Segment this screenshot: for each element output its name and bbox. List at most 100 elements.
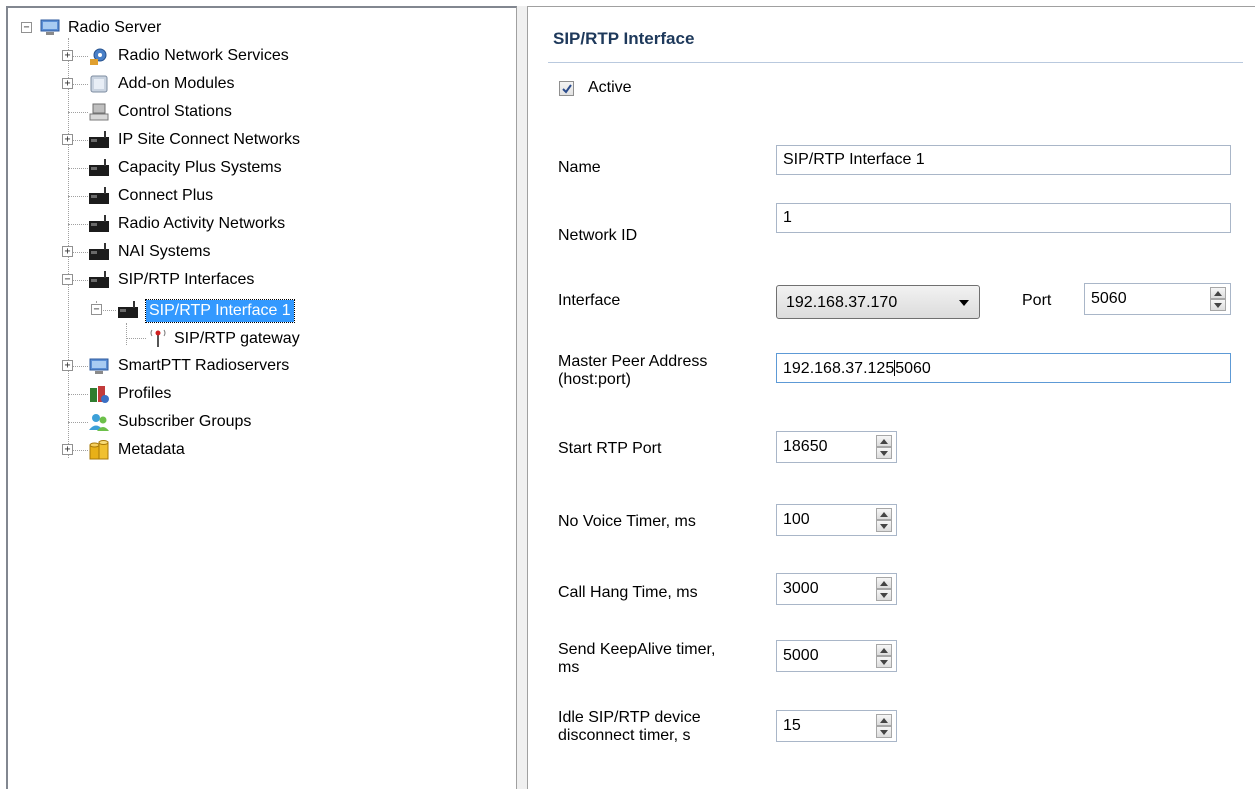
tree-item-nai-systems[interactable]: NAI Systems — [115, 241, 213, 263]
spin-up-button[interactable] — [876, 644, 892, 656]
tree-item-ip-site-connect[interactable]: IP Site Connect Networks — [115, 129, 303, 151]
keepalive-timer-stepper[interactable]: 5000 — [776, 640, 897, 672]
tree-pane: − Radio Server + Radio Network Services … — [6, 6, 517, 789]
master-peer-label: Master Peer Address (host:port) — [558, 353, 708, 388]
section-title: SIP/RTP Interface — [553, 29, 695, 48]
tree-item-profiles[interactable]: Profiles — [115, 383, 174, 405]
network-services-icon — [90, 48, 107, 65]
interface-value: 192.168.37.170 — [786, 294, 898, 311]
repeater-icon — [89, 215, 109, 232]
tree-line — [126, 323, 127, 345]
database-icon — [89, 440, 109, 460]
spin-down-button[interactable] — [876, 447, 892, 459]
keepalive-timer-label: Send KeepAlive timer, ms — [558, 641, 716, 676]
chevron-up-icon — [1214, 290, 1222, 296]
spin-down-button[interactable] — [876, 520, 892, 532]
modules-icon — [90, 75, 108, 93]
active-label: Active — [588, 79, 632, 96]
spin-up-button[interactable] — [876, 435, 892, 447]
spin-up-button[interactable] — [1210, 287, 1226, 299]
repeater-icon — [89, 243, 109, 260]
expand-toggle[interactable]: + — [62, 246, 73, 257]
tree-item-radio-server[interactable]: Radio Server — [65, 17, 164, 39]
tree-item-sip-rtp-gateway[interactable]: SIP/RTP gateway — [171, 328, 303, 350]
spin-up-button[interactable] — [876, 508, 892, 520]
tree-line — [126, 338, 146, 339]
control-station-icon — [89, 103, 109, 121]
tree-item-metadata[interactable]: Metadata — [115, 439, 188, 461]
chevron-up-icon — [880, 438, 888, 444]
name-field[interactable]: SIP/RTP Interface 1 — [776, 145, 1231, 175]
checkmark-icon — [561, 83, 572, 94]
tree-item-radio-activity-networks[interactable]: Radio Activity Networks — [115, 213, 288, 235]
repeater-icon — [89, 159, 109, 176]
no-voice-timer-label: No Voice Timer, ms — [558, 513, 696, 530]
tree-line — [68, 196, 88, 197]
properties-pane: SIP/RTP Interface Active Name SIP/RTP In… — [527, 6, 1255, 789]
chevron-down-icon — [959, 300, 969, 306]
chevron-up-icon — [880, 511, 888, 517]
chevron-up-icon — [880, 647, 888, 653]
chevron-down-icon — [880, 592, 888, 598]
call-hang-time-stepper[interactable]: 3000 — [776, 573, 897, 605]
start-rtp-port-label: Start RTP Port — [558, 440, 662, 457]
repeater-icon — [89, 271, 109, 288]
section-divider — [548, 62, 1243, 63]
server-icon — [40, 19, 60, 35]
tree-item-subscriber-groups[interactable]: Subscriber Groups — [115, 411, 254, 433]
spin-up-button[interactable] — [876, 714, 892, 726]
port-value: 5060 — [1091, 290, 1127, 307]
tree-line — [68, 422, 88, 423]
tree-line — [68, 394, 88, 395]
collapse-toggle[interactable]: − — [91, 304, 102, 315]
expand-toggle[interactable]: + — [62, 78, 73, 89]
antenna-icon — [150, 329, 166, 347]
chevron-down-icon — [880, 450, 888, 456]
chevron-down-icon — [1214, 302, 1222, 308]
repeater-icon — [89, 187, 109, 204]
tree-item-control-stations[interactable]: Control Stations — [115, 101, 235, 123]
repeater-icon — [118, 301, 138, 318]
idle-disconnect-timer-label: Idle SIP/RTP device disconnect timer, s — [558, 709, 701, 744]
tree-item-smartptt-radioservers[interactable]: SmartPTT Radioservers — [115, 355, 292, 377]
spin-up-button[interactable] — [876, 577, 892, 589]
expand-toggle[interactable]: + — [62, 134, 73, 145]
tree-item-sip-rtp-interfaces[interactable]: SIP/RTP Interfaces — [115, 269, 257, 291]
network-id-label: Network ID — [558, 227, 638, 244]
spin-down-button[interactable] — [876, 726, 892, 738]
expand-toggle[interactable]: + — [62, 360, 73, 371]
profiles-icon — [90, 386, 109, 403]
network-id-field[interactable]: 1 — [776, 203, 1231, 233]
interface-dropdown[interactable]: 192.168.37.170 — [776, 285, 980, 319]
master-peer-field[interactable]: 192.168.37.1255060 — [776, 353, 1231, 383]
name-label: Name — [558, 159, 601, 176]
tree-item-sip-rtp-interface-1[interactable]: SIP/RTP Interface 1 — [145, 299, 295, 323]
active-checkbox[interactable] — [559, 81, 574, 96]
spin-down-button[interactable] — [876, 656, 892, 668]
tree-item-radio-network-services[interactable]: Radio Network Services — [115, 45, 292, 67]
tree-line — [68, 168, 88, 169]
start-rtp-port-stepper[interactable]: 18650 — [776, 431, 897, 463]
chevron-down-icon — [880, 659, 888, 665]
tree-line — [68, 224, 88, 225]
spin-down-button[interactable] — [1210, 299, 1226, 311]
expand-toggle[interactable]: + — [62, 444, 73, 455]
port-stepper[interactable]: 5060 — [1084, 283, 1231, 315]
pane-splitter[interactable] — [517, 6, 527, 789]
call-hang-time-label: Call Hang Time, ms — [558, 584, 698, 601]
chevron-down-icon — [880, 523, 888, 529]
chevron-up-icon — [880, 717, 888, 723]
tree-item-capacity-plus[interactable]: Capacity Plus Systems — [115, 157, 285, 179]
spin-down-button[interactable] — [876, 589, 892, 601]
expand-toggle[interactable]: + — [62, 50, 73, 61]
users-icon — [89, 414, 109, 431]
port-label: Port — [1022, 292, 1052, 309]
collapse-toggle[interactable]: − — [21, 22, 32, 33]
idle-disconnect-timer-stepper[interactable]: 15 — [776, 710, 897, 742]
tree-line — [68, 112, 88, 113]
tree-item-add-on-modules[interactable]: Add-on Modules — [115, 73, 238, 95]
tree-item-connect-plus[interactable]: Connect Plus — [115, 185, 216, 207]
collapse-toggle[interactable]: − — [62, 274, 73, 285]
no-voice-timer-stepper[interactable]: 100 — [776, 504, 897, 536]
chevron-up-icon — [880, 580, 888, 586]
